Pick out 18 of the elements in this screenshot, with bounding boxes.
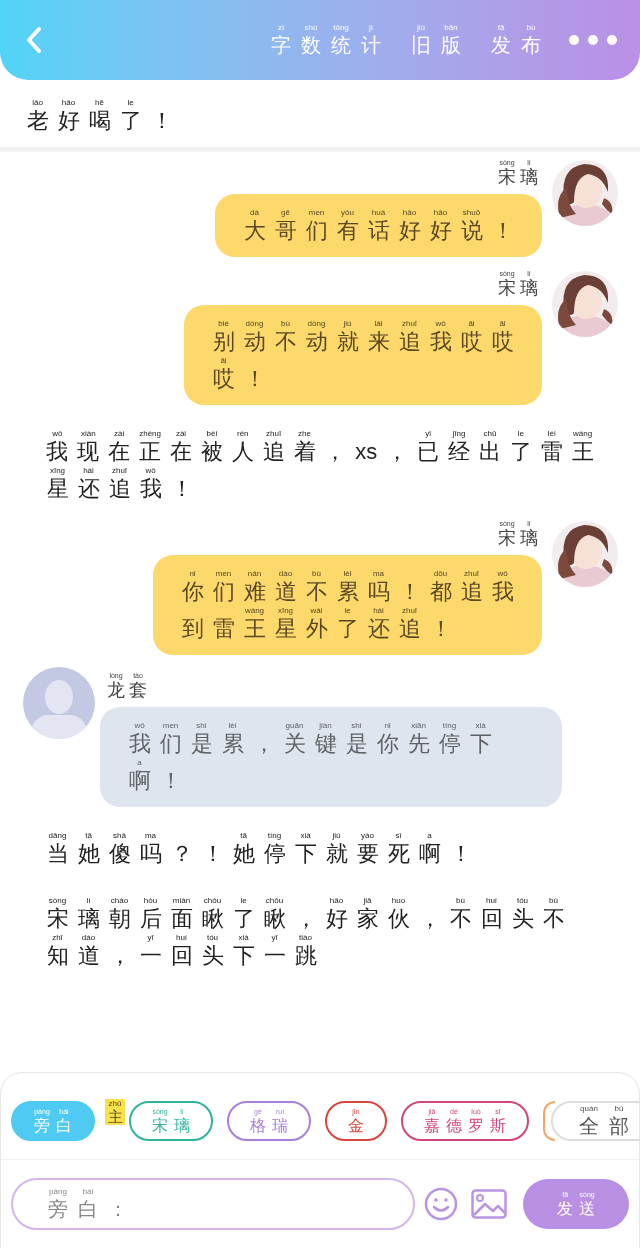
emoji-icon[interactable] bbox=[422, 1186, 459, 1222]
message-text: nǐ 你 men 们 nán 难 dào 道 bù 不 lèi 累 ma 吗 ！ dōu 都 zhuī 追 wǒ 我 到 雷 wáng 王 xīng 星 wài 外 le 了 hái 还 zhuī 追 ！ bbox=[180, 569, 515, 641]
narration-text: lǎo 老 hǎo 好 hē 喝 le 了 ！ bbox=[25, 98, 174, 133]
message-text: bié 别 dòng 动 bù 不 dòng 动 jiù 就 lái 来 zhuī 追 wǒ 我 āi 哎 āi 哎 āi 哎 ！ bbox=[211, 319, 515, 391]
narration-text: sòng 宋 lí 璃 cháo 朝 hòu 后 miàn 面 chǒu 瞅 le 了 chǒu 瞅 ， hǎo 好 jiā 家 huo 伙 ， bù 不 huí 回 tóu 头 bù 不 zhī 知 dào 道 ， yī 一 huí 回 tóu 头 xià 下 yī 一 tiào 跳 bbox=[45, 896, 566, 968]
all-roles-chip[interactable]: quán 全 bù 部 bbox=[551, 1101, 640, 1141]
header-action[interactable]: zì 字 shù 数 tǒng 统 jì 计 bbox=[266, 23, 386, 57]
message-text: wǒ 我 men 们 shì 是 lèi 累 ， guān 关 jiàn 键 shì 是 nǐ 你 xiān 先 tíng 停 xià 下 a 啊 ！ bbox=[127, 721, 493, 793]
lead-badge: zhǔ 主 bbox=[105, 1099, 125, 1125]
role-chip[interactable] bbox=[543, 1101, 555, 1141]
message-text: dà 大 gē 哥 men 们 yǒu 有 huà 话 hǎo 好 hǎo 好 shuō 说 ！ bbox=[242, 208, 515, 243]
header-action[interactable]: fā 发 bù 布 bbox=[486, 23, 546, 57]
narration-text: wǒ 我 xiàn 现 zài 在 zhèng 正 zài 在 bèi 被 rén 人 zhuī 追 zhe 着 ， xs ， yǐ 已 jīng 经 chū 出 le 了 léi 雷 wáng 王 xīng 星 hái 还 zhuī 追 wǒ 我 ！ bbox=[45, 429, 595, 501]
more-icon[interactable] bbox=[568, 34, 618, 46]
input-field[interactable]: páng 旁 bái 白 ： bbox=[11, 1178, 415, 1230]
narration-text: dāng 当 tā 她 shǎ 傻 ma 吗 ？ ！ tā 她 tíng 停 xià 下 jiù 就 yào 要 sǐ 死 a 啊 ！ bbox=[45, 831, 473, 866]
header-action[interactable]: jiù 旧 bǎn 版 bbox=[406, 23, 466, 57]
image-icon[interactable] bbox=[470, 1187, 508, 1221]
